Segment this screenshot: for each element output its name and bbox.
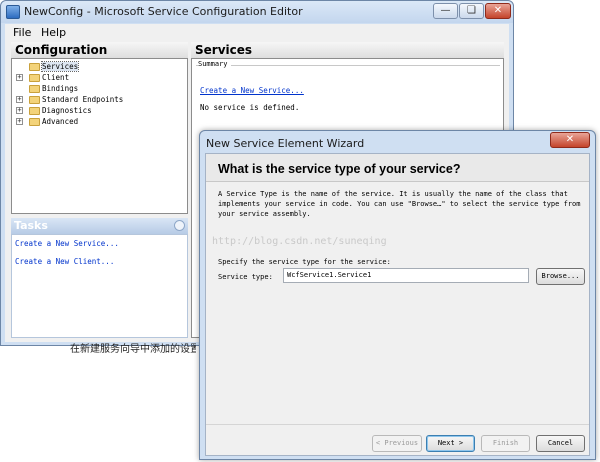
folder-icon <box>29 118 40 126</box>
folder-icon <box>29 74 40 82</box>
expand-icon[interactable]: + <box>16 107 23 114</box>
expand-icon[interactable]: + <box>16 96 23 103</box>
tasks-title: Tasks <box>14 219 48 232</box>
create-service-link[interactable]: Create a New Service... <box>200 86 304 95</box>
expand-icon[interactable]: + <box>16 74 23 81</box>
menu-bar: File Help <box>5 24 509 42</box>
main-titlebar[interactable]: NewConfig - Microsoft Service Configurat… <box>1 1 513 23</box>
folder-icon <box>29 96 40 104</box>
summary-group: Summary Create a New Service... No servi… <box>196 60 500 121</box>
close-icon[interactable]: ✕ <box>550 132 590 148</box>
wizard-body: What is the service type of your service… <box>205 153 590 456</box>
next-button[interactable]: Next > <box>426 435 475 452</box>
folder-icon <box>29 85 40 93</box>
wizard-description: A Service Type is the name of the servic… <box>218 190 581 218</box>
finish-button[interactable]: Finish <box>481 435 530 452</box>
configuration-tree[interactable]: Services + Client Bindings + Standard En… <box>11 58 188 214</box>
summary-label: Summary <box>198 60 231 68</box>
watermark: http://blog.csdn.net/suneqing <box>212 236 387 247</box>
wizard-dialog: New Service Element Wizard ✕ What is the… <box>199 130 596 460</box>
tree-item-label: Diagnostics <box>42 106 92 115</box>
create-client-task-link[interactable]: Create a New Client... <box>15 257 114 266</box>
tree-item-label: Client <box>42 73 70 82</box>
wizard-heading: What is the service type of your service… <box>218 162 461 176</box>
tree-item-label: Bindings <box>42 84 79 93</box>
browse-button[interactable]: Browse... <box>536 268 585 285</box>
background-caption: 在新建服务向导中添加的设置 <box>70 344 196 354</box>
create-service-task-link[interactable]: Create a New Service... <box>15 239 119 248</box>
menu-file[interactable]: File <box>13 26 31 39</box>
previous-button[interactable]: < Previous <box>372 435 422 452</box>
specify-label: Specify the service type for the service… <box>218 258 391 266</box>
tree-item-label: Standard Endpoints <box>42 95 124 104</box>
cancel-button[interactable]: Cancel <box>536 435 585 452</box>
folder-icon <box>29 63 40 71</box>
tasks-header: Tasks <box>11 218 188 234</box>
service-type-input[interactable]: WcfService1.Service1 <box>283 268 529 283</box>
divider <box>206 424 589 425</box>
menu-help[interactable]: Help <box>41 26 66 39</box>
tasks-panel: Create a New Service... Create a New Cli… <box>11 234 188 338</box>
folder-icon <box>29 107 40 115</box>
screen: NewConfig - Microsoft Service Configurat… <box>0 0 600 462</box>
configuration-title: Configuration <box>11 42 188 58</box>
no-service-text: No service is defined. <box>200 103 300 112</box>
app-icon <box>6 5 20 19</box>
collapse-icon[interactable] <box>174 220 185 231</box>
tree-item-label: Advanced <box>42 117 79 126</box>
services-title: Services <box>191 42 504 58</box>
service-type-label: Service type: <box>218 273 273 281</box>
tree-item-label: Services <box>40 61 80 72</box>
minimize-icon[interactable]: — <box>433 3 458 19</box>
close-icon[interactable]: ✕ <box>485 3 511 19</box>
restore-icon[interactable]: ❏ <box>459 3 484 19</box>
window-title: NewConfig - Microsoft Service Configurat… <box>24 5 303 18</box>
wizard-header: What is the service type of your service… <box>206 154 589 182</box>
wizard-title: New Service Element Wizard <box>206 137 365 150</box>
expand-icon[interactable]: + <box>16 118 23 125</box>
